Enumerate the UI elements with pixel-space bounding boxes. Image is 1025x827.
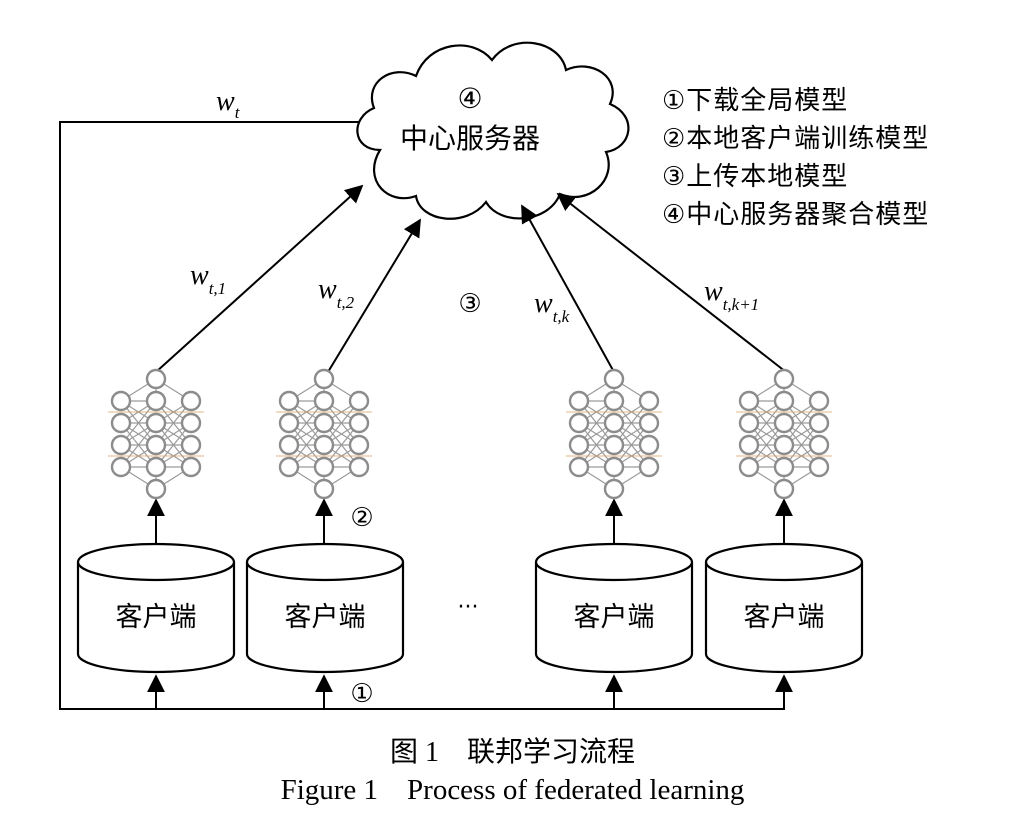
weight-client-k: wt,k: [534, 288, 570, 326]
neural-network-icon: [734, 368, 834, 500]
figure-caption-cn: 图 1 联邦学习流程: [389, 737, 635, 768]
step-upload-marker: ③: [458, 289, 481, 319]
neural-network-icon: [106, 368, 206, 500]
client-label: 客户端: [574, 602, 655, 633]
legend-item: ②本地客户端训练模型: [662, 124, 930, 154]
neural-network-icon: [564, 368, 664, 500]
client-label: 客户端: [285, 602, 366, 633]
weight-client-1: wt,1: [190, 260, 226, 298]
server-label: 中心服务器: [400, 122, 540, 155]
step-legend: ①下载全局模型 ②本地客户端训练模型 ③上传本地模型 ④中心服务器聚合模型: [662, 82, 929, 234]
legend-item: ①下载全局模型: [662, 86, 849, 116]
client-label: 客户端: [744, 602, 825, 633]
step-download-marker: ①: [350, 679, 373, 709]
weight-client-k1: wt,k+1: [704, 276, 759, 314]
server-step-marker: ④: [457, 82, 482, 115]
client-label: 客户端: [116, 602, 197, 633]
weight-global: wt: [216, 86, 241, 122]
legend-item: ④中心服务器聚合模型: [662, 200, 930, 230]
ellipsis: ···: [458, 595, 479, 620]
neural-network-icon: [274, 368, 374, 500]
weight-client-2: wt,2: [318, 274, 355, 312]
legend-item: ③上传本地模型: [662, 162, 849, 192]
step-train-marker: ②: [350, 503, 373, 533]
training-arrows: [147, 498, 793, 545]
figure-caption-en: Figure 1 Process of federated learning: [280, 774, 745, 806]
